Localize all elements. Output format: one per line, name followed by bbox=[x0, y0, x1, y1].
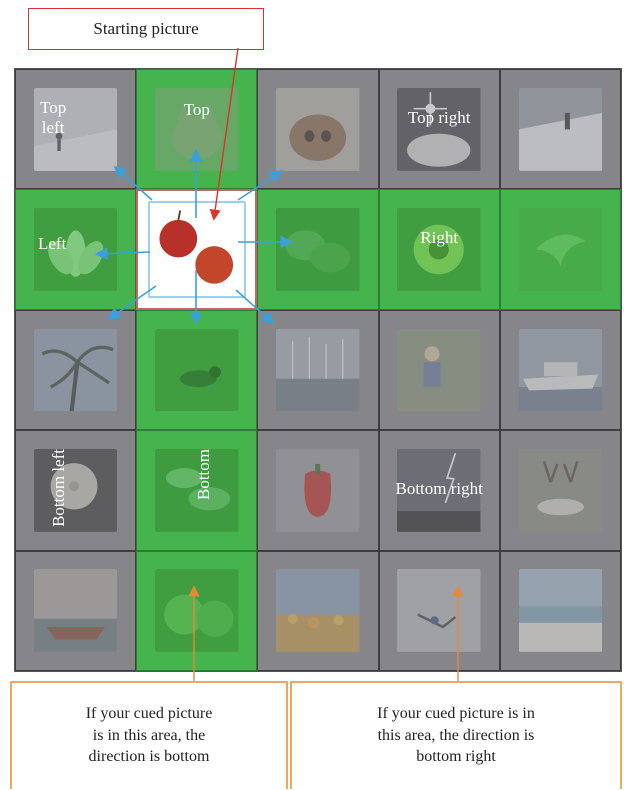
picture-sparkle bbox=[397, 87, 481, 171]
picture-pepper bbox=[276, 448, 360, 532]
picture-flowers bbox=[276, 569, 360, 653]
picture-boat bbox=[33, 569, 118, 653]
picture-ship bbox=[518, 328, 603, 412]
grid-cell-harbor bbox=[257, 309, 379, 431]
bottom-note-left: If your cued picture is in this area, th… bbox=[10, 681, 288, 789]
grid-cell-snow-slope bbox=[499, 69, 621, 190]
picture-cow bbox=[276, 87, 360, 171]
picture-harbor bbox=[276, 328, 360, 412]
picture-grid: Top left Top Top right Left Right Bottom left… bbox=[14, 68, 622, 672]
grid-cell-sunflower: Right bbox=[378, 189, 500, 310]
picture-duck bbox=[155, 328, 239, 412]
grid-cell-deer bbox=[499, 430, 621, 551]
picture-lotus bbox=[33, 208, 118, 292]
picture-skier bbox=[33, 87, 118, 171]
grid-cell-dandelion: Bottom left bbox=[15, 430, 137, 551]
bottom-note-right: If your cued picture is in this area, th… bbox=[290, 681, 622, 789]
picture-cat bbox=[155, 87, 239, 171]
grid-cell-duck bbox=[136, 309, 258, 431]
grid-cell-cow bbox=[257, 69, 379, 190]
picture-leaves bbox=[276, 208, 360, 292]
grid-cell-bird bbox=[499, 189, 621, 310]
picture-tomatoes bbox=[155, 569, 239, 653]
grid-cell-pepper bbox=[257, 430, 379, 551]
picture-paraglider bbox=[397, 569, 481, 653]
grid-cell-flowers bbox=[257, 550, 379, 671]
grid-cell-boat bbox=[15, 550, 137, 671]
starting-picture-label: Starting picture bbox=[28, 8, 264, 50]
starting-picture-text: Starting picture bbox=[93, 19, 199, 38]
picture-deer bbox=[518, 448, 603, 532]
grid-cell-onions bbox=[136, 189, 258, 310]
picture-child bbox=[397, 328, 481, 412]
picture-beach bbox=[518, 569, 603, 653]
picture-lightning bbox=[397, 448, 481, 532]
picture-dandelion bbox=[33, 448, 118, 532]
grid-cell-sparkle: Top right bbox=[378, 69, 500, 190]
picture-bird bbox=[518, 208, 603, 292]
bottom-note-right-text: If your cued picture is in this area, th… bbox=[377, 705, 535, 766]
grid-cell-beach bbox=[499, 550, 621, 671]
grid-cell-skier: Top left bbox=[15, 69, 137, 190]
grid-cell-ship bbox=[499, 309, 621, 431]
grid-cell-palm bbox=[15, 309, 137, 431]
picture-palm bbox=[33, 328, 118, 412]
bottom-note-left-text: If your cued picture is in this area, th… bbox=[85, 705, 213, 766]
grid-cell-lightning: Bottom right bbox=[378, 430, 500, 551]
grid-cell-paraglider bbox=[378, 550, 500, 671]
picture-onions bbox=[147, 200, 246, 299]
picture-clouds bbox=[155, 448, 239, 532]
grid-cell-clouds: Bottom bbox=[136, 430, 258, 551]
grid-cell-cat: Top bbox=[136, 69, 258, 190]
grid-cell-child bbox=[378, 309, 500, 431]
grid-cell-tomatoes bbox=[136, 550, 258, 671]
grid-cell-lotus: Left bbox=[15, 189, 137, 310]
picture-sunflower bbox=[397, 208, 481, 292]
grid-cell-leaves bbox=[257, 189, 379, 310]
picture-snow-slope bbox=[518, 87, 603, 171]
